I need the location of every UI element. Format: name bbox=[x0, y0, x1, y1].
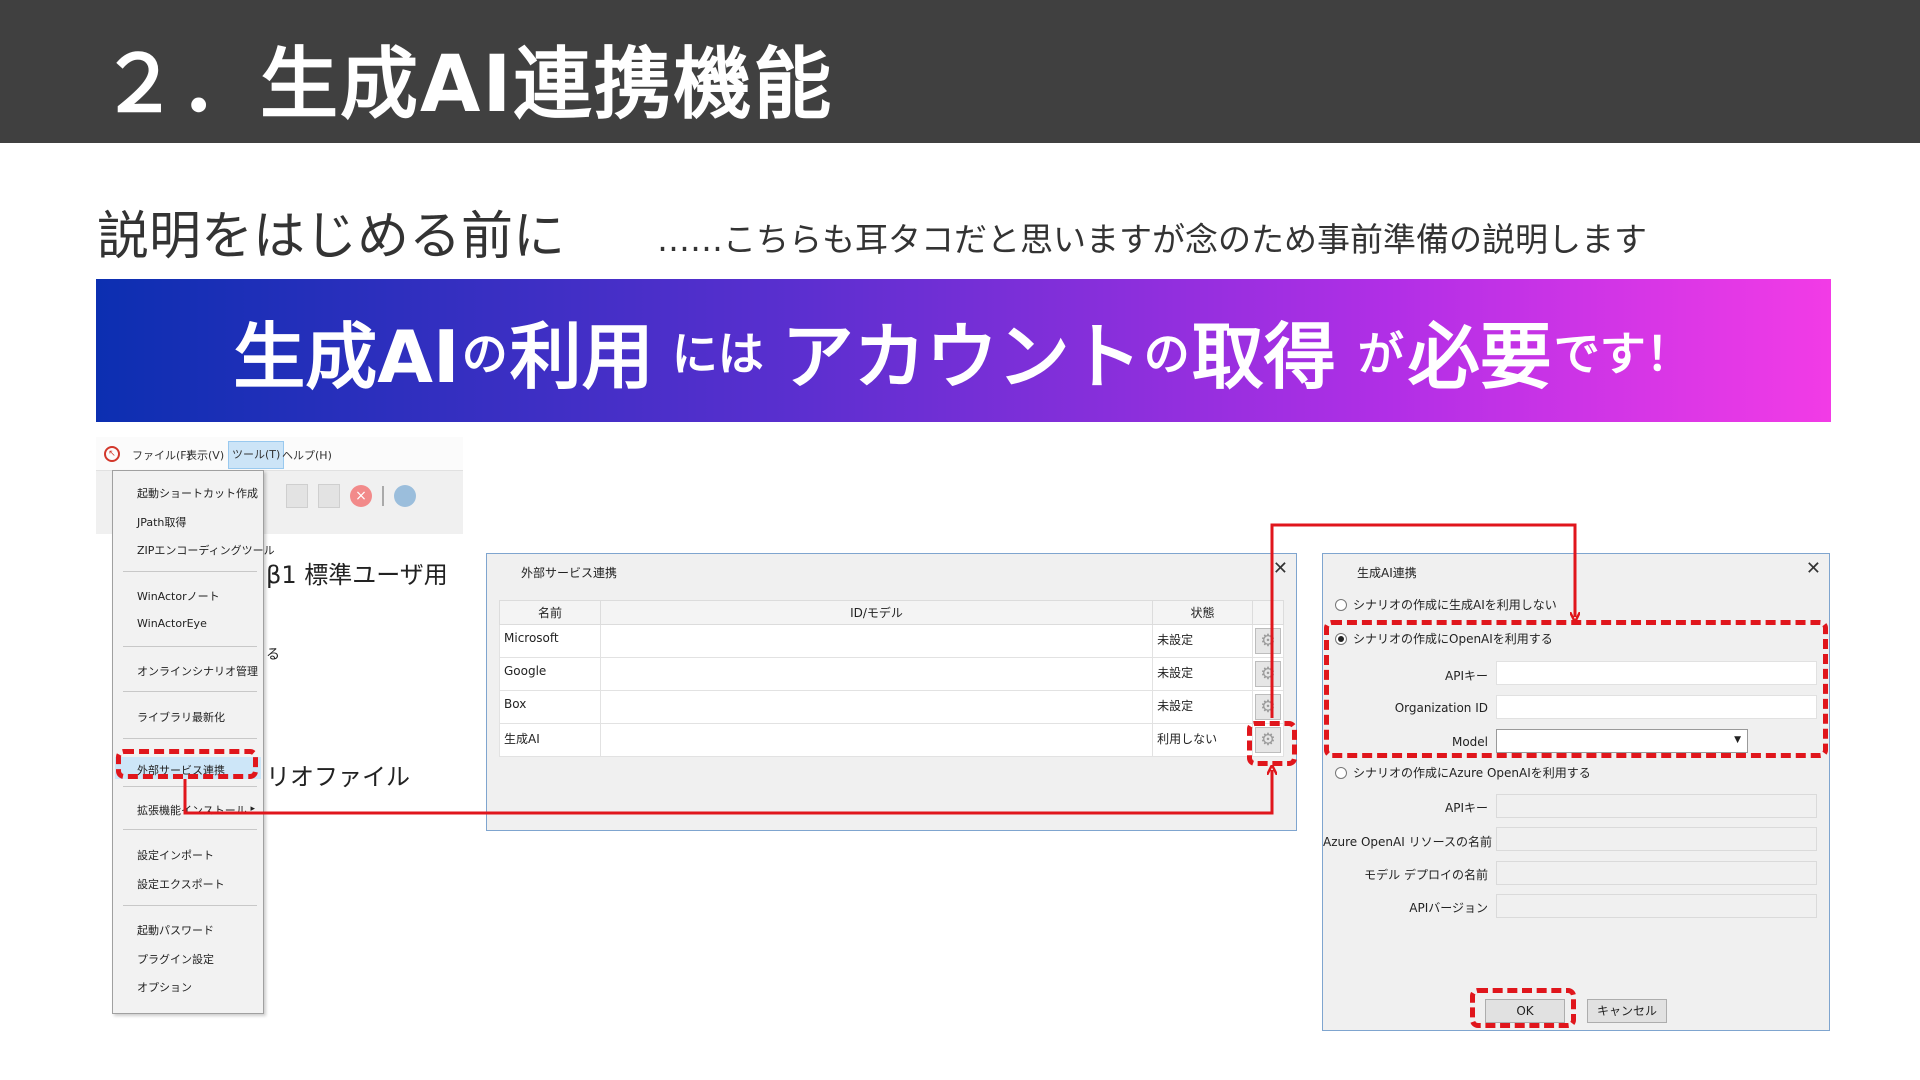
arrow-menu-to-gear bbox=[183, 770, 1272, 815]
connector-arrows bbox=[183, 523, 1920, 815]
arrow-gear-to-ai-dialog bbox=[1270, 523, 1575, 718]
